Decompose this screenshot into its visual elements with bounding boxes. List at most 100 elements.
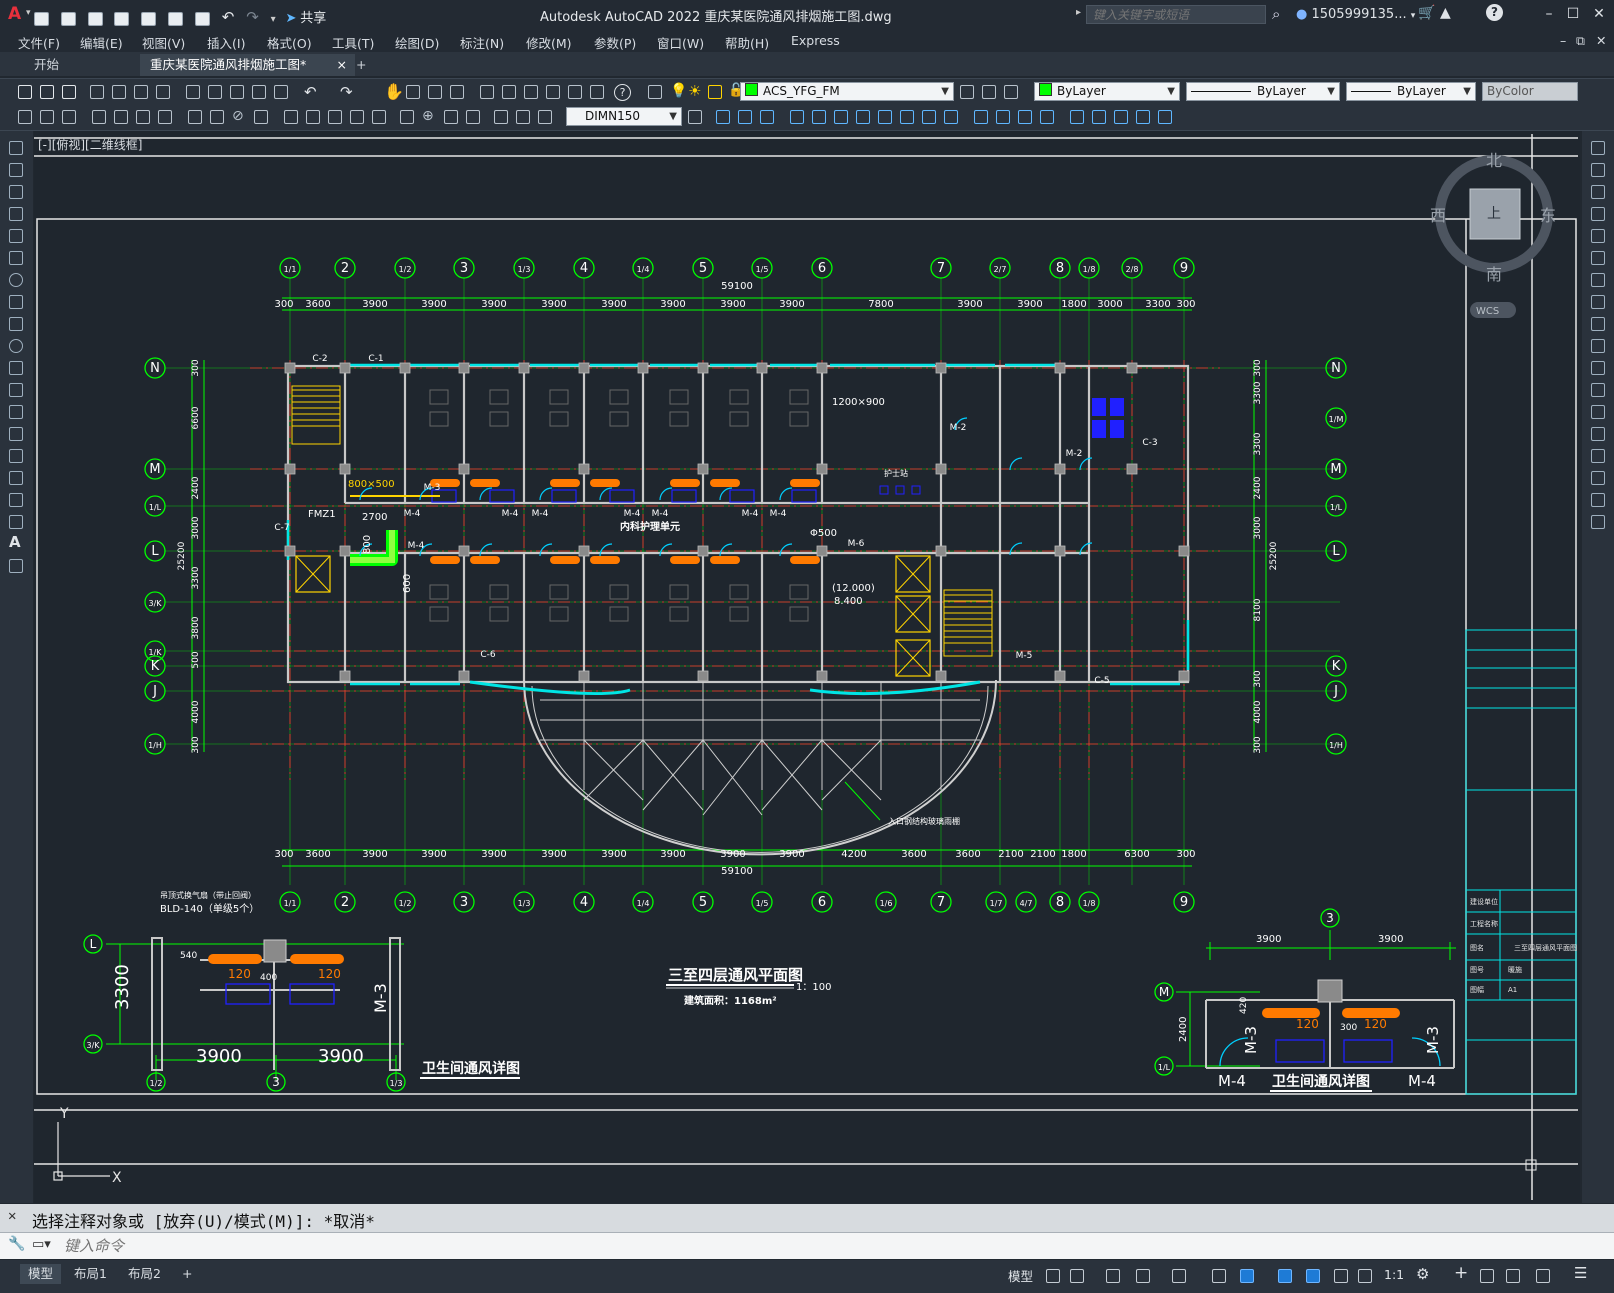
polyline-edit-icon[interactable]: [40, 110, 54, 124]
hatch-icon[interactable]: [1114, 110, 1128, 124]
zoom-previous-icon[interactable]: [450, 85, 464, 99]
explode-icon[interactable]: [1040, 110, 1054, 124]
copy-icon[interactable]: [1591, 163, 1605, 177]
scale-icon[interactable]: [856, 110, 870, 124]
new-file-icon[interactable]: [34, 11, 49, 26]
menu-dimension[interactable]: 标注(N): [460, 33, 504, 52]
properties-icon[interactable]: [480, 85, 494, 99]
cut-icon[interactable]: [186, 85, 200, 99]
center-mark-icon[interactable]: ⊕: [422, 108, 434, 124]
plotstyle-dropdown[interactable]: ByColor: [1482, 82, 1578, 101]
hatch-icon[interactable]: [9, 449, 23, 463]
hardware-accel-icon[interactable]: [1506, 1269, 1520, 1283]
ellipse-arc-icon[interactable]: [9, 361, 23, 375]
copy-icon[interactable]: [208, 85, 222, 99]
search-input[interactable]: [1086, 5, 1266, 24]
save-icon[interactable]: [87, 11, 103, 26]
mirror-icon[interactable]: [1591, 185, 1605, 199]
ortho-icon[interactable]: [1106, 1269, 1120, 1283]
new-tab-button[interactable]: +: [346, 54, 376, 76]
tool-palettes-icon[interactable]: [524, 85, 538, 99]
layer-dropdown[interactable]: ACS_YFG_FM ▼: [740, 82, 954, 101]
clean-screen-icon[interactable]: [1536, 1269, 1550, 1283]
make-block-icon[interactable]: [9, 405, 23, 419]
cart-icon[interactable]: 🛒: [1418, 5, 1435, 21]
match-prop-icon[interactable]: [252, 85, 266, 99]
trim-icon[interactable]: [1591, 339, 1605, 353]
layout-tab-1[interactable]: 布局1: [66, 1264, 115, 1284]
workspace-gear-icon[interactable]: ⚙: [1416, 1265, 1429, 1283]
layer-thaw-sun-icon[interactable]: ☀: [688, 82, 701, 100]
linetype-dropdown[interactable]: ByLayer ▼: [1186, 82, 1340, 101]
viewport-controls[interactable]: [-][俯视][二维线框]: [38, 136, 142, 153]
web-open-icon[interactable]: [141, 11, 157, 26]
menu-window[interactable]: 窗口(W): [657, 33, 704, 52]
drawing-canvas[interactable]: 建设单位 工程名称 图名 图号 图幅 三至四层通风平面图 暖施 A1 1/1 2 1…: [34, 131, 1580, 1203]
offset-icon[interactable]: [1591, 207, 1605, 221]
share-button[interactable]: 共享: [300, 11, 326, 26]
quick-dim-icon[interactable]: [284, 110, 298, 124]
add-icon[interactable]: +: [1454, 1263, 1468, 1283]
lineweight-dropdown[interactable]: ByLayer ▼: [1346, 82, 1476, 101]
undo-icon[interactable]: ↶: [222, 8, 235, 26]
polar-icon[interactable]: [1136, 1269, 1150, 1283]
publish-icon[interactable]: [134, 85, 148, 99]
aligned-dim-icon[interactable]: [114, 110, 128, 124]
grid-icon[interactable]: [1046, 1269, 1060, 1283]
autodesk-app-icon[interactable]: ▲: [1440, 5, 1451, 21]
edit-icon[interactable]: [18, 110, 32, 124]
open-file-icon[interactable]: [60, 11, 76, 26]
redo-icon[interactable]: ↷: [340, 83, 353, 101]
gradient-icon[interactable]: [9, 471, 23, 485]
fillet-icon[interactable]: [1018, 110, 1032, 124]
rectangle-icon[interactable]: [9, 229, 23, 243]
layout-tab-model[interactable]: 模型: [20, 1264, 62, 1284]
blend-icon[interactable]: [1591, 493, 1605, 507]
ellipse-icon[interactable]: [9, 339, 23, 353]
web-save-icon[interactable]: [168, 11, 184, 26]
doc-close-button[interactable]: ✕: [1596, 33, 1606, 48]
menu-format[interactable]: 格式(O): [267, 33, 312, 52]
viewcube-top[interactable]: 上: [1487, 206, 1501, 222]
viewcube-wcs[interactable]: WCS: [1476, 306, 1499, 317]
autocad-logo[interactable]: A: [8, 4, 21, 24]
share-icon[interactable]: ➤: [285, 11, 296, 26]
markup-icon[interactable]: [568, 85, 582, 99]
extend-icon[interactable]: [1591, 361, 1605, 375]
array-icon[interactable]: [1591, 229, 1605, 243]
open-icon[interactable]: [40, 85, 54, 99]
dim-break-icon[interactable]: [372, 110, 386, 124]
stretch-icon[interactable]: [878, 110, 892, 124]
zoom-realtime-icon[interactable]: [406, 85, 420, 99]
save-as-icon[interactable]: [114, 11, 130, 26]
region-icon[interactable]: [9, 493, 23, 507]
menu-modify[interactable]: 修改(M): [526, 33, 572, 52]
spline-icon[interactable]: [9, 317, 23, 331]
design-center-icon[interactable]: [502, 85, 516, 99]
ordinate-dim-icon[interactable]: [158, 110, 172, 124]
table-icon[interactable]: [9, 515, 23, 529]
polygon-icon[interactable]: [9, 207, 23, 221]
line-icon[interactable]: [9, 141, 23, 155]
tab-start[interactable]: 开始: [24, 54, 69, 76]
redo-icon[interactable]: ↷: [246, 8, 259, 26]
offset-icon[interactable]: [760, 110, 774, 124]
spline-edit-icon[interactable]: [62, 110, 76, 124]
break-icon[interactable]: [944, 110, 958, 124]
diameter-dim-icon[interactable]: ⊘: [232, 108, 244, 124]
layer-on-bulb-icon[interactable]: 💡: [670, 83, 687, 99]
status-menu-icon[interactable]: ☰: [1574, 1264, 1587, 1282]
customize-icon[interactable]: 🔧: [8, 1236, 25, 1252]
layer-properties-icon[interactable]: [648, 85, 662, 99]
continue-dim-icon[interactable]: [328, 110, 342, 124]
3d-print-icon[interactable]: [156, 85, 170, 99]
construction-line-icon[interactable]: [9, 163, 23, 177]
command-input[interactable]: [62, 1235, 1586, 1257]
help-icon[interactable]: ?: [614, 84, 631, 101]
copy-obj-icon[interactable]: [716, 110, 730, 124]
join-icon[interactable]: [974, 110, 988, 124]
color-dropdown[interactable]: ByLayer ▼: [1034, 82, 1180, 101]
erase-icon[interactable]: [1591, 141, 1605, 155]
jogged-dim-icon[interactable]: [210, 110, 224, 124]
menu-insert[interactable]: 插入(I): [207, 33, 245, 52]
